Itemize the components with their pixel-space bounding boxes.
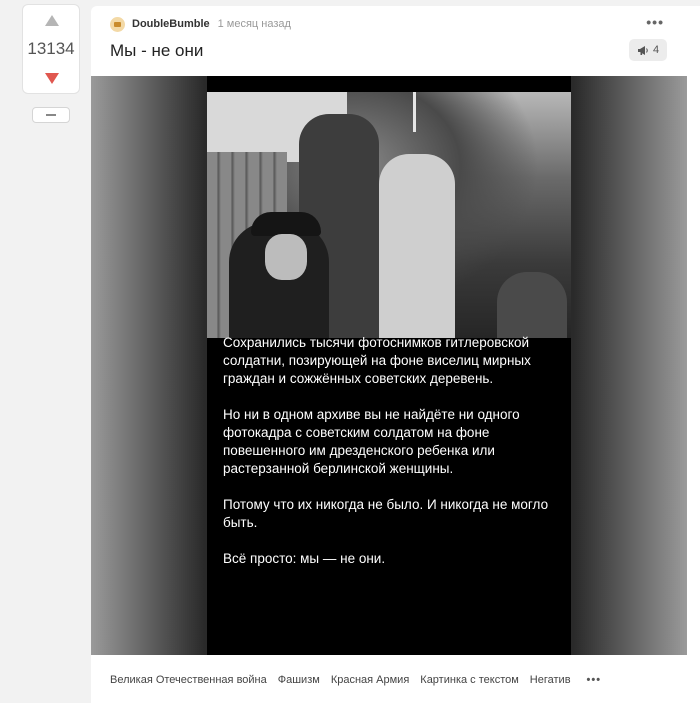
story-title[interactable]: Мы - не они: [110, 41, 203, 61]
collapse-button[interactable]: [32, 107, 70, 123]
tags-row: Великая Отечественная война Фашизм Красн…: [110, 674, 601, 686]
story-image[interactable]: Сохранились тысячи фотоснимков гитлеровс…: [91, 76, 687, 655]
tag-link[interactable]: Фашизм: [278, 674, 320, 686]
rating-score: 13134: [27, 39, 75, 58]
tag-link[interactable]: Картинка с текстом: [420, 674, 519, 686]
tags-more-icon[interactable]: •••: [587, 674, 602, 686]
caption-paragraph: Сохранились тысячи фотоснимков гитлеровс…: [223, 335, 531, 386]
caption-paragraph: Но ни в одном архиве вы не найдёте ни од…: [223, 407, 520, 476]
post-time: 1 месяц назад: [217, 18, 291, 30]
author-link[interactable]: DoubleBumble: [132, 18, 210, 30]
downvote-arrow-icon[interactable]: [45, 73, 59, 84]
story-card: DoubleBumble 1 месяц назад ••• Мы - не о…: [91, 6, 700, 703]
tag-link[interactable]: Красная Армия: [331, 674, 409, 686]
caption-paragraph: Всё просто: мы — не они.: [223, 551, 386, 566]
caption-paragraph: Потому что их никогда не было. И никогда…: [223, 497, 549, 530]
upvote-arrow-icon[interactable]: [45, 15, 59, 26]
avatar-icon[interactable]: [110, 16, 125, 32]
tag-link[interactable]: Великая Отечественная война: [110, 674, 267, 686]
tag-link[interactable]: Негатив: [530, 674, 571, 686]
more-icon[interactable]: •••: [646, 14, 664, 30]
rating-panel: 13134: [22, 4, 80, 94]
megaphone-icon: [637, 45, 648, 55]
comments-button[interactable]: 4: [629, 39, 667, 61]
story-header: DoubleBumble 1 месяц назад: [110, 15, 291, 33]
historical-photo: [207, 92, 571, 338]
comments-count: 4: [652, 44, 660, 56]
image-content: Сохранились тысячи фотоснимков гитлеровс…: [207, 76, 571, 655]
image-caption-text: Сохранились тысячи фотоснимков гитлеровс…: [223, 334, 563, 586]
